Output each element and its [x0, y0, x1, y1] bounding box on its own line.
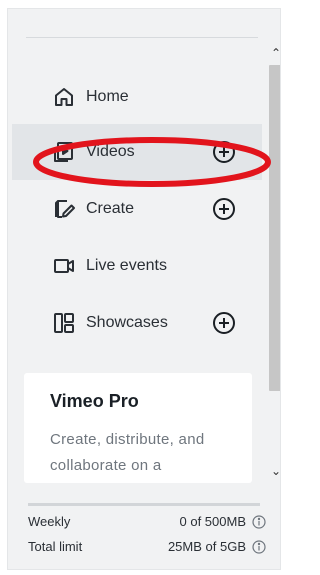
sidebar-item-label: Videos [86, 143, 135, 160]
sidebar-item-videos[interactable]: Videos [12, 124, 262, 180]
scroll-up-icon[interactable]: ⌃ [268, 45, 280, 61]
usage-weekly-label: Weekly [28, 514, 71, 529]
scroll-thumb[interactable] [269, 65, 280, 391]
sidebar-item-showcases[interactable]: Showcases [12, 295, 262, 351]
bottom-divider [28, 503, 260, 506]
info-icon[interactable] [252, 515, 266, 529]
sidebar-item-label: Live events [86, 257, 167, 274]
sidebar-item-home[interactable]: Home [12, 69, 262, 125]
sidebar-item-live-events[interactable]: Live events [12, 238, 262, 294]
showcases-icon [52, 311, 76, 335]
promo-description: Create, distribute, and collaborate on a [50, 431, 205, 474]
create-icon [52, 197, 76, 221]
sidebar-panel: ⌃ ⌄ Home Videos Create Live events Showc… [7, 8, 281, 570]
usage-total-row: Total limit 25MB of 5GB [28, 539, 268, 557]
usage-weekly-row: Weekly 0 of 500MB [28, 514, 268, 532]
usage-total-label: Total limit [28, 539, 83, 554]
live-events-icon [52, 254, 76, 278]
scrollbar[interactable]: ⌃ ⌄ [268, 39, 280, 479]
add-showcase-button[interactable] [211, 310, 237, 336]
top-divider [26, 37, 258, 38]
videos-icon [52, 140, 76, 164]
vimeo-pro-card[interactable]: Vimeo Pro Create, distribute, and collab… [24, 373, 252, 483]
add-video-button[interactable] [211, 139, 237, 165]
sidebar-item-label: Showcases [86, 314, 168, 331]
add-create-button[interactable] [211, 196, 237, 222]
usage-weekly-value: 0 of 500MB [179, 514, 247, 529]
home-icon [52, 85, 76, 109]
promo-title: Vimeo Pro [50, 391, 139, 411]
scroll-down-icon[interactable]: ⌄ [268, 463, 280, 479]
usage-total-value: 25MB of 5GB [167, 539, 246, 554]
info-icon[interactable] [252, 540, 266, 554]
sidebar-item-label: Create [86, 200, 135, 217]
sidebar-item-label: Home [86, 88, 129, 105]
sidebar-item-create[interactable]: Create [12, 181, 262, 237]
